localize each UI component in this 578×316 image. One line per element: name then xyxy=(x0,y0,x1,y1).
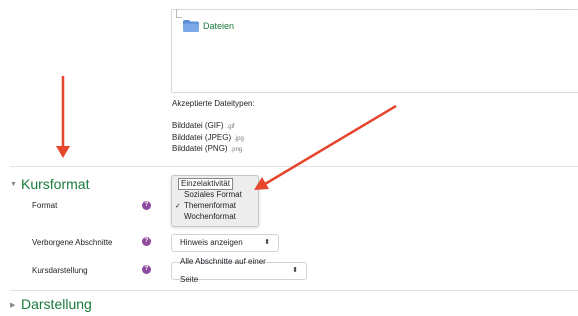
arrow-diagonal-annotation xyxy=(254,104,397,190)
annotation-arrows xyxy=(56,76,397,190)
arrow-down-annotation xyxy=(56,76,70,158)
